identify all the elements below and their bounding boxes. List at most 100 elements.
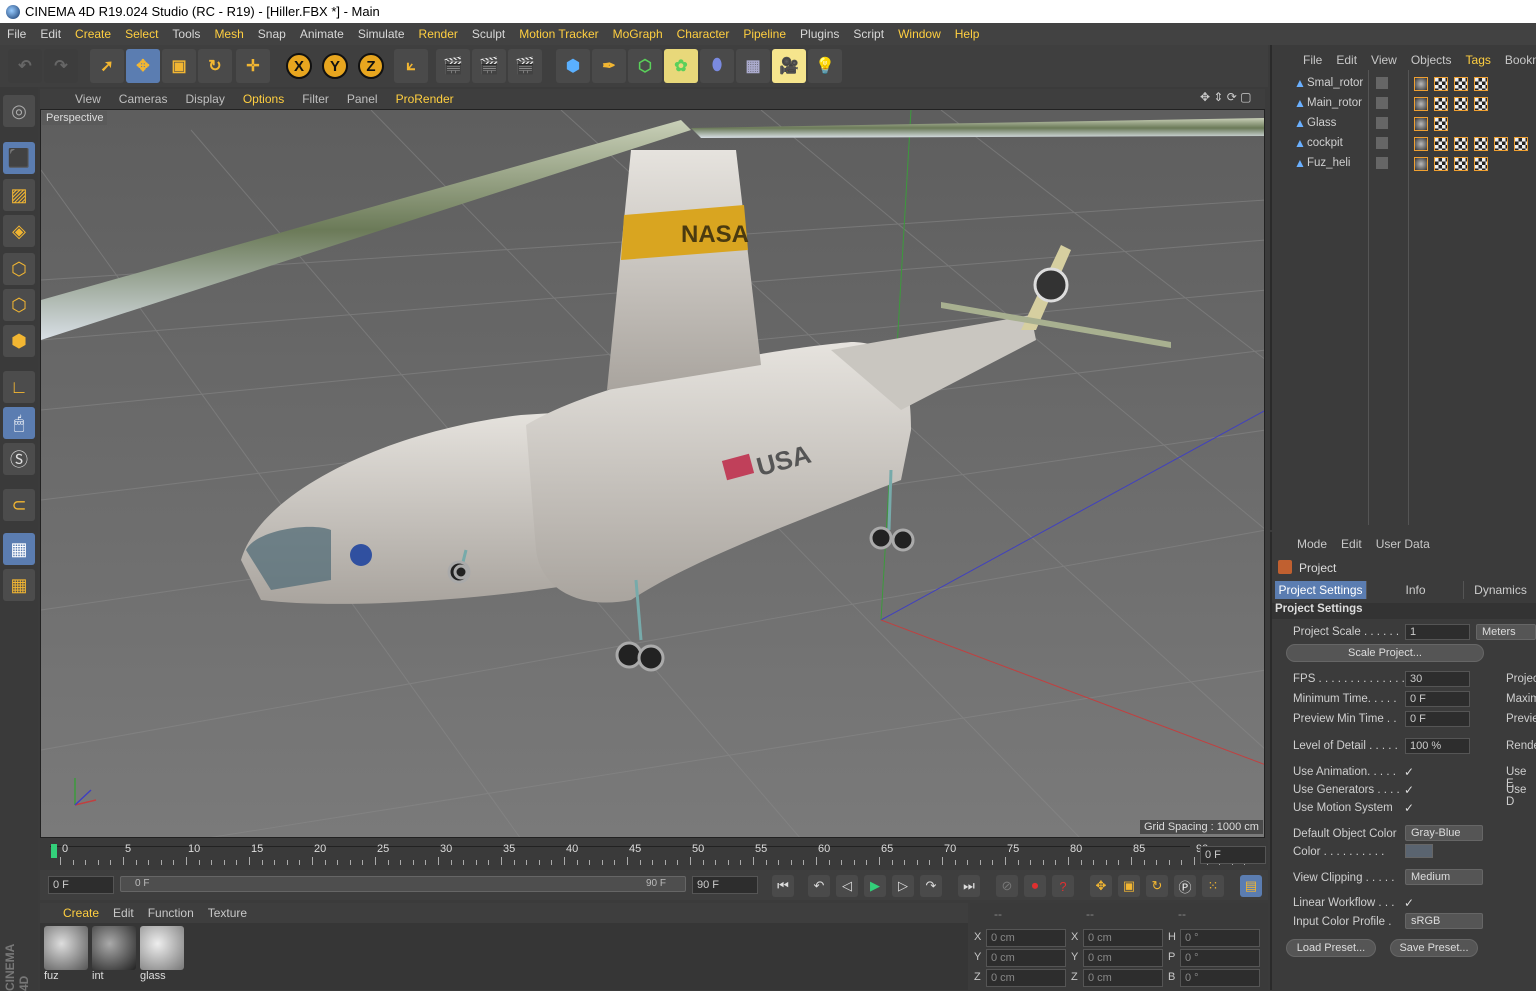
load-preset-button[interactable]: Load Preset...: [1286, 939, 1376, 957]
key-scale-icon[interactable]: ▣: [1118, 875, 1140, 897]
timeline[interactable]: 051015202530354045505560657075808590 0 F: [40, 840, 1268, 870]
edges-mode-icon[interactable]: ⬡: [3, 289, 35, 321]
level-of-detail-field[interactable]: 100 %: [1405, 738, 1470, 754]
y-axis-lock-button[interactable]: Y: [322, 53, 348, 79]
menu-mograph[interactable]: MoGraph: [606, 27, 670, 41]
key-param-icon[interactable]: Ⓟ: [1174, 875, 1196, 897]
menu-file[interactable]: File: [0, 27, 33, 41]
move-tool-icon[interactable]: ✥: [126, 49, 160, 83]
object-row[interactable]: ▲ Main_rotor: [1272, 94, 1536, 114]
prev-frame-icon[interactable]: ◁: [836, 875, 858, 897]
key-rotation-icon[interactable]: ↻: [1146, 875, 1168, 897]
viewport-menu-panel[interactable]: Panel: [338, 92, 387, 106]
viewport-menu-cameras[interactable]: Cameras: [110, 92, 177, 106]
object-menu-view[interactable]: View: [1364, 53, 1404, 67]
material-menu-texture[interactable]: Texture: [201, 906, 254, 920]
record-active-icon[interactable]: ⏺: [1024, 875, 1046, 897]
material-menu-edit[interactable]: Edit: [106, 906, 141, 920]
menu-plugins[interactable]: Plugins: [793, 27, 846, 41]
object-name[interactable]: Fuz_heli: [1307, 157, 1350, 169]
minimum-time-field[interactable]: 0 F: [1405, 691, 1470, 707]
material-tag-icon[interactable]: [1514, 137, 1528, 151]
color-swatch[interactable]: [1405, 844, 1433, 858]
use-motion-system-checkbox[interactable]: ✓: [1404, 802, 1416, 814]
material-tag-icon[interactable]: [1414, 157, 1428, 171]
object-row[interactable]: ▲ Fuz_heli: [1272, 154, 1536, 174]
menu-mesh[interactable]: Mesh: [207, 27, 250, 41]
material-tag-icon[interactable]: [1454, 97, 1468, 111]
axis-mode-icon[interactable]: ∟: [3, 371, 35, 403]
snapping-icon[interactable]: ⊂: [3, 489, 35, 521]
render-settings-icon[interactable]: 🎬: [508, 49, 542, 83]
menu-render[interactable]: Render: [412, 27, 465, 41]
fps-field[interactable]: 30: [1405, 671, 1470, 687]
menu-tools[interactable]: Tools: [165, 27, 207, 41]
tweak-mode-icon[interactable]: 🖱: [3, 407, 35, 439]
tab-info[interactable]: Info: [1368, 581, 1464, 599]
render-view-icon[interactable]: 🎬: [436, 49, 470, 83]
workplane-lock-icon[interactable]: ▦: [3, 533, 35, 565]
go-to-end-icon[interactable]: ⏭: [958, 875, 980, 897]
record-disabled-icon[interactable]: ⊘: [996, 875, 1018, 897]
material-tag-icon[interactable]: [1474, 97, 1488, 111]
camera-object-icon[interactable]: 🎥: [772, 49, 806, 83]
recent-tool-icon[interactable]: ✛: [236, 49, 270, 83]
visibility-icon[interactable]: [1376, 97, 1388, 109]
menu-simulate[interactable]: Simulate: [351, 27, 412, 41]
material-tag-icon[interactable]: [1434, 137, 1448, 151]
max-frame-field[interactable]: 90 F: [692, 876, 758, 894]
solo-mode-icon[interactable]: Ⓢ: [3, 443, 35, 475]
playhead[interactable]: [51, 844, 57, 858]
coord-field[interactable]: 0 cm: [1083, 969, 1163, 987]
coord-field[interactable]: 0 cm: [986, 929, 1066, 947]
polygons-mode-icon[interactable]: ⬢: [3, 325, 35, 357]
menu-animate[interactable]: Animate: [293, 27, 351, 41]
coord-field[interactable]: 0 cm: [1083, 949, 1163, 967]
timeline-window-icon[interactable]: ▤: [1240, 875, 1262, 897]
deformer-icon[interactable]: ⬮: [700, 49, 734, 83]
menu-sculpt[interactable]: Sculpt: [465, 27, 512, 41]
pen-spline-icon[interactable]: ✒: [592, 49, 626, 83]
visibility-icon[interactable]: [1376, 137, 1388, 149]
coord-field[interactable]: 0 cm: [986, 949, 1066, 967]
material-tag-icon[interactable]: [1454, 137, 1468, 151]
autokeying-icon[interactable]: ?: [1052, 875, 1074, 897]
menu-pipeline[interactable]: Pipeline: [736, 27, 793, 41]
units-dropdown[interactable]: Meters: [1476, 624, 1536, 640]
prev-key-icon[interactable]: ↶: [808, 875, 830, 897]
attr-menu-edit[interactable]: Edit: [1334, 537, 1369, 551]
viewport-navigation-icons[interactable]: ✥ ⇕ ⟳ ▢: [1200, 90, 1252, 104]
material-tag-icon[interactable]: [1474, 77, 1488, 91]
floor-scene-icon[interactable]: ▦: [736, 49, 770, 83]
viewport-menu-options[interactable]: Options: [234, 92, 293, 106]
viewport-menu-filter[interactable]: Filter: [293, 92, 338, 106]
coord-field[interactable]: 0 cm: [986, 969, 1066, 987]
coordinate-system-icon[interactable]: ⟀: [394, 49, 428, 83]
preview-range-slider[interactable]: 0 F 90 F: [120, 876, 686, 892]
object-menu-objects[interactable]: Objects: [1404, 53, 1459, 67]
object-menu-bookmar[interactable]: Bookmar: [1498, 53, 1536, 67]
go-to-start-icon[interactable]: ⏮: [772, 875, 794, 897]
material-tag-icon[interactable]: [1434, 157, 1448, 171]
object-menu-file[interactable]: File: [1296, 53, 1329, 67]
cube-object-icon[interactable]: ⬢: [556, 49, 590, 83]
material-tag-icon[interactable]: [1414, 77, 1428, 91]
workplane-mode-icon[interactable]: ◈: [3, 215, 35, 247]
points-mode-icon[interactable]: ⬡: [3, 253, 35, 285]
light-object-icon[interactable]: 💡: [808, 49, 842, 83]
object-row[interactable]: ▲ cockpit: [1272, 134, 1536, 154]
use-animation-checkbox[interactable]: ✓: [1404, 766, 1416, 778]
material-fuz-thumbnail[interactable]: [44, 926, 88, 970]
scale-tool-icon[interactable]: ▣: [162, 49, 196, 83]
x-axis-lock-button[interactable]: X: [286, 53, 312, 79]
tab-project-settings[interactable]: Project Settings: [1275, 581, 1367, 599]
material-tag-icon[interactable]: [1454, 157, 1468, 171]
menu-character[interactable]: Character: [670, 27, 737, 41]
material-tag-icon[interactable]: [1454, 77, 1468, 91]
next-frame-icon[interactable]: ▷: [892, 875, 914, 897]
viewport-menu-display[interactable]: Display: [176, 92, 233, 106]
texture-mode-icon[interactable]: ▨: [3, 179, 35, 211]
preview-min-time-field[interactable]: 0 F: [1405, 711, 1470, 727]
subdivision-generator-icon[interactable]: ⬡: [628, 49, 662, 83]
coord-field[interactable]: 0 °: [1180, 929, 1260, 947]
